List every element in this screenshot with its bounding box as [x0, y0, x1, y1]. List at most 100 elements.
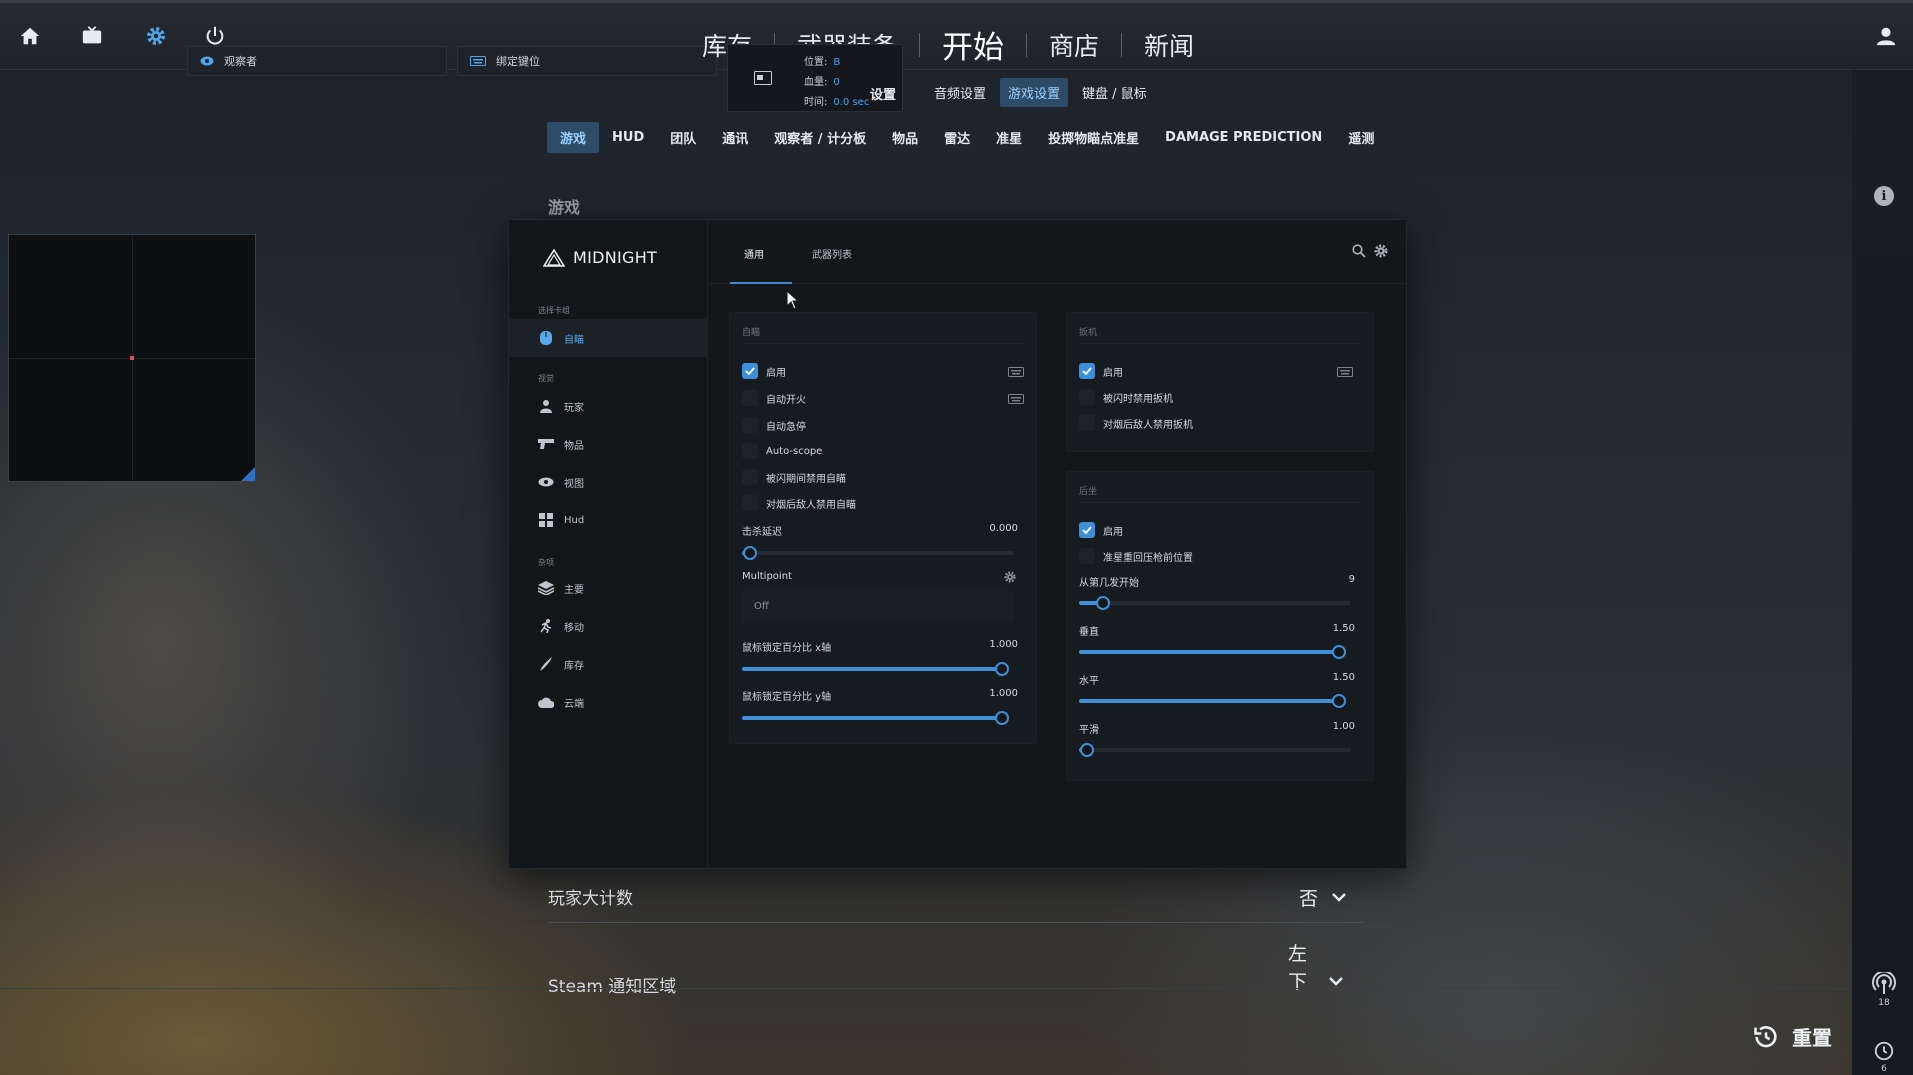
- subtab-telemetry[interactable]: 遥测: [1335, 122, 1387, 153]
- tab-game-settings[interactable]: 游戏设置: [1000, 78, 1069, 107]
- aimbot-autofire[interactable]: 自动开火: [742, 390, 806, 406]
- observer-chip[interactable]: 观察者: [187, 46, 447, 76]
- aim-icon: [538, 330, 554, 346]
- checkbox-checked[interactable]: [1079, 522, 1095, 538]
- nav-play[interactable]: 开始: [920, 22, 1026, 67]
- row-label: Steam 通知区域: [548, 977, 677, 997]
- lock-y-slider[interactable]: [742, 711, 1009, 725]
- vertical-slider[interactable]: [1079, 645, 1346, 659]
- panel-tabs-bar: 通用 武器列表: [708, 220, 1406, 284]
- subtab-game[interactable]: 游戏: [547, 122, 600, 153]
- cheat-menu-panel: MIDNIGHT 选择卡组 自瞄 视觉 玩家 物品 视图 Hud 杂项 主要 移…: [508, 219, 1407, 869]
- info-icon[interactable]: i: [1874, 186, 1894, 206]
- subtab-items[interactable]: 物品: [879, 122, 931, 153]
- aimbot-disable-smoke[interactable]: 对烟后敌人禁用自瞄: [742, 495, 856, 511]
- checkbox-checked[interactable]: [742, 363, 758, 379]
- aimbot-autoscope[interactable]: Auto-scope: [742, 443, 822, 459]
- sidebar-item-aimbot[interactable]: 自瞄: [509, 319, 707, 357]
- checkbox-unchecked[interactable]: [1079, 389, 1095, 405]
- reset-button[interactable]: 重置: [1752, 1022, 1832, 1051]
- tab-keyboard-mouse[interactable]: 键盘 / 鼠标: [1074, 78, 1155, 107]
- gear-icon[interactable]: [142, 22, 170, 50]
- row-label: 玩家大计数: [548, 889, 633, 909]
- recoil-enable[interactable]: 启用: [1079, 522, 1123, 538]
- panel-content: 通用 武器列表 自瞄 启用 自动开火 自动急停 Auto-scope 被闪期间禁…: [708, 220, 1406, 868]
- sidebar-item-view[interactable]: 视图: [509, 463, 707, 501]
- horizontal-slider[interactable]: [1079, 694, 1346, 708]
- smooth-slider[interactable]: [1079, 743, 1351, 757]
- multipoint-gear-icon[interactable]: [1004, 571, 1016, 583]
- smooth-label: 平滑: [1079, 725, 1099, 736]
- settings-tabs: 音频设置 游戏设置 键盘 / 鼠标: [926, 78, 1155, 107]
- home-icon[interactable]: [16, 22, 44, 50]
- mouse-cursor-icon: [786, 290, 800, 310]
- settings-gear-icon[interactable]: [1374, 244, 1388, 258]
- recoil-return-crosshair[interactable]: 准星重回压枪前位置: [1079, 548, 1193, 564]
- smooth-value: 1.00: [1332, 721, 1355, 732]
- sidebar-item-label: 物品: [564, 440, 584, 452]
- sidebar-item-label: 主要: [564, 584, 584, 596]
- start-shot-value: 9: [1348, 574, 1355, 585]
- checkbox-unchecked[interactable]: [742, 390, 758, 406]
- sidebar-item-movement[interactable]: 移动: [509, 607, 707, 645]
- subtab-radar[interactable]: 雷达: [931, 122, 983, 153]
- history-icon[interactable]: [1873, 1040, 1895, 1066]
- user-icon: [538, 398, 554, 414]
- subtab-comms[interactable]: 通讯: [709, 122, 761, 153]
- aimbot-enable[interactable]: 启用: [742, 363, 786, 379]
- nav-news[interactable]: 新闻: [1122, 27, 1216, 63]
- lock-x-slider[interactable]: [742, 662, 1009, 676]
- subtab-team[interactable]: 团队: [657, 122, 709, 153]
- checkbox-unchecked[interactable]: [1079, 548, 1095, 564]
- trigger-enable[interactable]: 启用: [1079, 363, 1123, 379]
- sidebar-item-label: 库存: [564, 660, 584, 672]
- checkbox-checked[interactable]: [1079, 363, 1095, 379]
- aimbot-disable-flashed[interactable]: 被闪期间禁用自瞄: [742, 469, 846, 485]
- sidebar-item-main[interactable]: 主要: [509, 569, 707, 607]
- subtab-grenade-crosshair[interactable]: 投掷物瞄点准星: [1035, 122, 1152, 153]
- search-icon[interactable]: [1352, 244, 1366, 258]
- nav-store[interactable]: 商店: [1027, 27, 1121, 63]
- partial-settings-tab[interactable]: 设置: [870, 84, 896, 103]
- panel-tab-weapon-list[interactable]: 武器列表: [812, 246, 852, 261]
- trigger-disable-flashed[interactable]: 被闪时禁用扳机: [1079, 389, 1173, 405]
- profile-icon[interactable]: [1872, 22, 1900, 50]
- row-value[interactable]: 否: [1299, 884, 1346, 911]
- resize-handle[interactable]: [241, 467, 255, 481]
- checkbox-unchecked[interactable]: [742, 495, 758, 511]
- card-title: 扳机: [1079, 328, 1098, 338]
- keybind-icon[interactable]: [1008, 394, 1024, 404]
- eye-icon: [538, 474, 554, 490]
- trigger-disable-smoke[interactable]: 对烟后敌人禁用扳机: [1079, 415, 1193, 431]
- aimbot-autostop[interactable]: 自动急停: [742, 417, 806, 433]
- vertical-value: 1.50: [1332, 623, 1355, 634]
- sidebar-item-inventory[interactable]: 库存: [509, 645, 707, 683]
- keyboard-icon: [470, 56, 486, 66]
- subtab-damage-prediction[interactable]: DAMAGE PREDICTION: [1152, 124, 1335, 151]
- panel-tab-general[interactable]: 通用: [744, 246, 764, 261]
- kill-delay-slider[interactable]: [742, 546, 1014, 560]
- checkbox-unchecked[interactable]: [1079, 415, 1095, 431]
- keybind-icon[interactable]: [1337, 367, 1353, 377]
- keybind-icon[interactable]: [1008, 367, 1024, 377]
- checkbox-unchecked[interactable]: [742, 443, 758, 459]
- sidebar-item-players[interactable]: 玩家: [509, 387, 707, 425]
- sidebar-item-hud[interactable]: Hud: [509, 501, 707, 539]
- checkbox-unchecked[interactable]: [742, 469, 758, 485]
- trigger-card: 扳机 启用 被闪时禁用扳机 对烟后敌人禁用扳机: [1066, 312, 1374, 452]
- multipoint-select[interactable]: Off: [742, 591, 1014, 621]
- vertical-label: 垂直: [1079, 627, 1099, 638]
- broadcast-icon[interactable]: [1872, 970, 1896, 1000]
- row-player-scoreboard[interactable]: 玩家大计数 否: [548, 884, 1364, 911]
- tv-icon[interactable]: [78, 22, 106, 50]
- subtab-crosshair[interactable]: 准星: [983, 122, 1035, 153]
- checkbox-unchecked[interactable]: [742, 417, 758, 433]
- sidebar-item-items[interactable]: 物品: [509, 425, 707, 463]
- subtab-hud[interactable]: HUD: [599, 124, 657, 151]
- bind-keys-chip[interactable]: 绑定键位: [457, 46, 717, 76]
- subtab-spectator[interactable]: 观察者 / 计分板: [761, 122, 879, 153]
- row-steam-notify[interactable]: Steam 通知区域: [548, 972, 1364, 997]
- sidebar-item-cloud[interactable]: 云端: [509, 683, 707, 721]
- start-shot-slider[interactable]: [1079, 596, 1351, 610]
- tab-audio-settings[interactable]: 音频设置: [926, 78, 994, 107]
